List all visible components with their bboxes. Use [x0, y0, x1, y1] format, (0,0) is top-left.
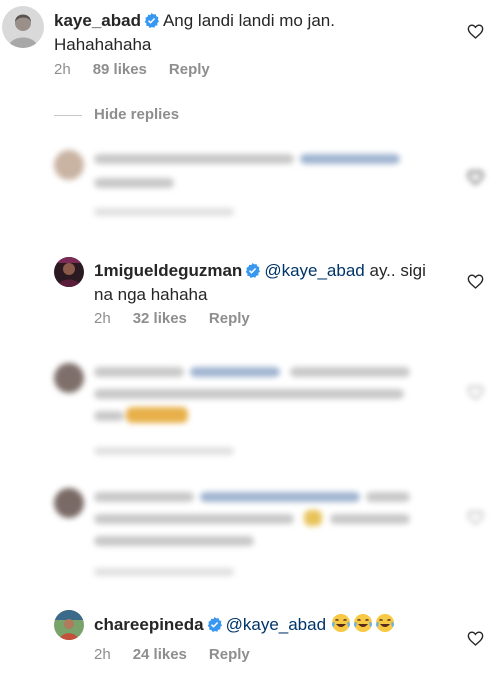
- divider-line: [54, 115, 82, 116]
- comment-body-line2: na nga hahaha: [94, 285, 208, 304]
- reply-button[interactable]: Reply: [209, 646, 250, 663]
- mention-link[interactable]: @kaye_abad: [264, 261, 364, 280]
- timestamp: 2h: [54, 61, 71, 78]
- comment-meta: 2h 24 likes Reply: [94, 646, 272, 663]
- blurred-comment: [0, 355, 500, 465]
- heart-outline-icon[interactable]: [467, 24, 484, 44]
- blurred-text: [330, 514, 410, 524]
- blurred-comment: [0, 480, 500, 590]
- blurred-emoji: [304, 510, 322, 526]
- blurred-comment: [0, 140, 500, 230]
- blurred-mention: [200, 492, 360, 502]
- likes-count[interactable]: 89 likes: [93, 61, 147, 78]
- heart-outline-icon[interactable]: [467, 385, 484, 405]
- mention-link[interactable]: @kaye_abad: [226, 615, 326, 634]
- heart-outline-icon[interactable]: [467, 274, 484, 294]
- verified-badge-icon: [207, 616, 222, 638]
- reply-button[interactable]: Reply: [169, 61, 210, 78]
- blurred-emoji: [126, 407, 188, 423]
- blurred-mention: [300, 154, 400, 164]
- blurred-text: [94, 154, 294, 164]
- verified-badge-icon: [245, 262, 261, 284]
- username[interactable]: chareepineda: [94, 615, 204, 634]
- comment-meta: 2h 32 likes Reply: [94, 310, 272, 327]
- avatar: [54, 363, 84, 393]
- blurred-mention: [190, 367, 280, 377]
- username[interactable]: kaye_abad: [54, 11, 141, 30]
- blurred-meta: [94, 568, 234, 576]
- heart-outline-icon[interactable]: [467, 631, 484, 651]
- timestamp: 2h: [94, 310, 111, 327]
- avatar[interactable]: [54, 257, 84, 287]
- comment-text: kaye_abad Ang landi landi mo jan. Hahahah…: [54, 10, 335, 56]
- blurred-text: [94, 389, 404, 399]
- blurred-text: [366, 492, 410, 502]
- timestamp: 2h: [94, 646, 111, 663]
- comment-text: chareepineda @kaye_abad: [94, 613, 397, 639]
- blurred-meta: [94, 208, 234, 216]
- face-with-tears-of-joy-emoji: [331, 613, 351, 639]
- username[interactable]: 1migueldeguzman: [94, 261, 242, 280]
- comment-text: 1migueldeguzman @kaye_abad ay.. sigi na n…: [94, 260, 426, 306]
- blurred-meta: [94, 447, 234, 455]
- blurred-text: [290, 367, 410, 377]
- blurred-text: [94, 536, 254, 546]
- reply-button[interactable]: Reply: [209, 310, 250, 327]
- likes-count[interactable]: 32 likes: [133, 310, 187, 327]
- blurred-text: [94, 367, 184, 377]
- avatar: [54, 150, 84, 180]
- comment-body-line2: Hahahahaha: [54, 35, 152, 54]
- avatar[interactable]: [54, 610, 84, 640]
- face-with-tears-of-joy-emoji: [353, 613, 373, 639]
- hide-replies-label[interactable]: Hide replies: [94, 106, 179, 123]
- face-with-tears-of-joy-emoji: [375, 613, 395, 639]
- blurred-text: [94, 178, 174, 188]
- comment-body: ay.. sigi: [364, 261, 426, 280]
- blurred-text: [94, 492, 194, 502]
- blurred-text: [94, 514, 294, 524]
- avatar[interactable]: [2, 6, 44, 48]
- heart-outline-icon[interactable]: [467, 510, 484, 530]
- avatar: [54, 488, 84, 518]
- blurred-text: [94, 411, 124, 421]
- comment-body: Ang landi landi mo jan.: [162, 11, 335, 30]
- verified-badge-icon: [144, 12, 159, 34]
- comment-meta: 2h 89 likes Reply: [54, 61, 232, 78]
- likes-count[interactable]: 24 likes: [133, 646, 187, 663]
- heart-outline-icon[interactable]: [467, 170, 484, 190]
